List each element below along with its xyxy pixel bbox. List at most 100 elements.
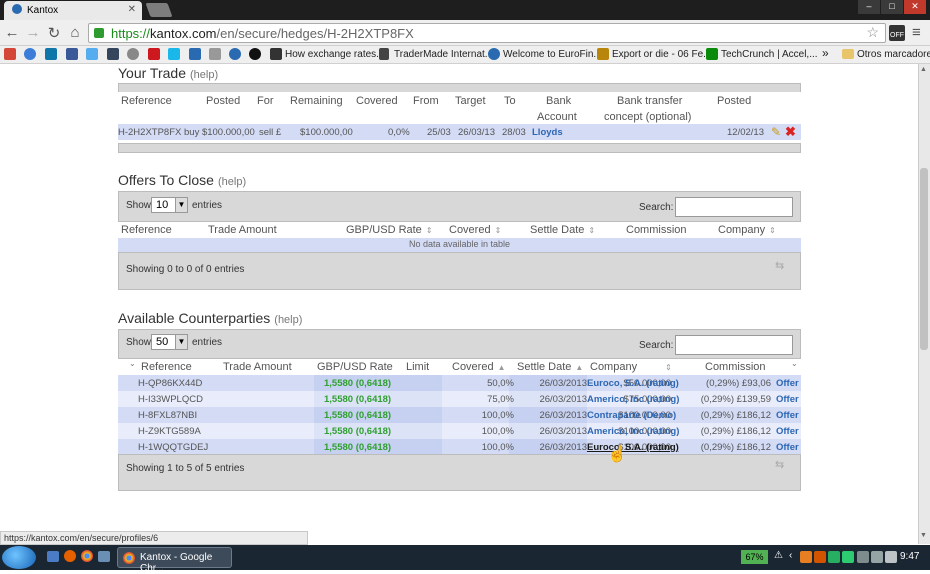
fx-icon[interactable] xyxy=(270,48,282,60)
taskbar-item-chrome[interactable]: Kantox - Google Chr... xyxy=(117,547,232,574)
table-row[interactable]: H-I33WPLQCD $75.000,00 1,5580 (0,6418) 75,0… xyxy=(118,391,801,407)
scroll-down-icon[interactable]: ▼ xyxy=(920,532,927,539)
tradermade-icon[interactable] xyxy=(379,48,389,60)
counterparties-search-input[interactable] xyxy=(675,335,793,355)
circle-bookmark-icon[interactable] xyxy=(249,48,261,60)
help-link[interactable]: (help) xyxy=(218,176,246,188)
table-row[interactable]: H-QP86KX44D $50.000,00 1,5580 (0,6418) 50,0… xyxy=(118,375,801,391)
counterparties-length-select[interactable]: 50 ▼ xyxy=(151,334,188,350)
bookmark-item[interactable]: TraderMade Internat... xyxy=(394,49,493,60)
scroll-up-icon[interactable]: ▲ xyxy=(920,66,927,73)
network-icon[interactable] xyxy=(857,551,869,563)
delete-icon[interactable]: ✖ xyxy=(785,124,796,140)
offer-link[interactable]: Offer xyxy=(776,394,799,405)
extension-off-icon[interactable]: OFF xyxy=(889,25,905,41)
company-link[interactable]: Americo, Inc (rating) xyxy=(587,426,679,437)
linkedin-icon[interactable] xyxy=(45,48,57,60)
minimize-button[interactable]: – xyxy=(858,0,880,14)
tray-app-icon[interactable] xyxy=(828,551,840,563)
app-icon[interactable] xyxy=(98,551,110,562)
column-header[interactable]: Company ⇕ xyxy=(718,224,776,236)
export-icon[interactable] xyxy=(597,48,609,60)
column-header[interactable]: GBP/USD Rate ⇕ xyxy=(346,224,433,236)
techcrunch-icon[interactable] xyxy=(706,48,718,60)
column-header[interactable]: Trade Amount xyxy=(208,224,277,236)
edit-pencil-icon[interactable]: ✎ xyxy=(771,125,781,139)
back-arrow-icon[interactable]: ← xyxy=(4,24,20,41)
tray-app-icon[interactable] xyxy=(842,551,854,563)
scrollbar-thumb[interactable] xyxy=(920,168,928,350)
offer-link[interactable]: Offer xyxy=(776,378,799,389)
chrome-icon[interactable] xyxy=(81,550,93,562)
show-desktop-icon[interactable] xyxy=(47,551,59,562)
twitter-icon[interactable] xyxy=(86,48,98,60)
facebook-icon[interactable] xyxy=(66,48,78,60)
help-link[interactable]: (help) xyxy=(274,314,302,326)
bookmark-item[interactable]: How exchange rates... xyxy=(285,49,385,60)
tumblr-icon[interactable] xyxy=(107,48,119,60)
tray-app-icon[interactable] xyxy=(814,551,826,563)
column-header[interactable]: Covered ⇕ xyxy=(449,224,501,236)
table-row[interactable]: H-Z9KTG589A $100.000,00 1,5580 (0,6418) 100… xyxy=(118,423,801,439)
column-header[interactable]: GBP/USD Rate xyxy=(317,361,393,373)
bookmark-item[interactable]: Welcome to EuroFin... xyxy=(503,49,602,60)
folder-icon[interactable] xyxy=(842,49,854,59)
home-icon[interactable]: ⌂ xyxy=(67,24,83,41)
pagination-icon[interactable]: ⇆ xyxy=(775,458,784,471)
company-link[interactable]: Contraparte (Demo) xyxy=(587,410,676,421)
firefox-icon[interactable] xyxy=(64,550,76,562)
p-bookmark-icon[interactable] xyxy=(24,48,36,60)
globe-icon[interactable] xyxy=(488,48,500,60)
bookmarks-more-chevron-icon[interactable]: » xyxy=(822,46,829,60)
table-row[interactable]: H-8FXL87NBI $100.000,00 1,5580 (0,6418) 100… xyxy=(118,407,801,423)
reload-icon[interactable]: ↻ xyxy=(46,24,62,42)
bank-account-link[interactable]: Lloyds xyxy=(532,127,563,138)
warning-icon[interactable]: ⚠ xyxy=(774,550,783,561)
youtube-icon[interactable] xyxy=(148,48,160,60)
bookmark-icon[interactable] xyxy=(209,48,221,60)
column-header[interactable]: Trade Amount xyxy=(223,361,292,373)
column-header[interactable]: Settle Date ▲ xyxy=(517,361,583,373)
tab-close-icon[interactable]: ✕ xyxy=(128,4,136,15)
gmail-icon[interactable] xyxy=(4,48,16,60)
signal-icon[interactable] xyxy=(871,551,883,563)
maximize-button[interactable]: □ xyxy=(881,0,903,14)
offer-link[interactable]: Offer xyxy=(776,410,799,421)
tray-expand-icon[interactable]: ‹ xyxy=(789,550,792,561)
offers-length-select[interactable]: 10 ▼ xyxy=(151,197,188,213)
flickr-icon[interactable] xyxy=(229,48,241,60)
close-window-button[interactable]: ✕ xyxy=(904,0,926,14)
table-row[interactable]: H-1WQQTGDEJ $100.000,00 1,5580 (0,6418) 100… xyxy=(118,439,801,455)
battery-indicator[interactable]: 67% xyxy=(741,550,768,564)
bookmark-item[interactable]: TechCrunch | Accel,... xyxy=(721,49,818,60)
new-tab-button[interactable] xyxy=(145,3,173,17)
table-row[interactable]: H-2H2XTP8FX buy $100.000,00 sell £ $100.… xyxy=(118,124,801,140)
e-bookmark-icon[interactable] xyxy=(189,48,201,60)
bookmark-star-icon[interactable]: ☆ xyxy=(866,24,879,41)
company-link[interactable]: Euroco, S.A. (rating) xyxy=(587,378,679,389)
browser-tab[interactable]: Kantox ✕ xyxy=(4,1,142,20)
vimeo-icon[interactable] xyxy=(168,48,180,60)
start-button[interactable] xyxy=(2,546,36,569)
column-header[interactable]: Commission xyxy=(705,361,766,373)
help-link[interactable]: (help) xyxy=(190,69,218,81)
address-bar[interactable]: https://kantox.com/en/secure/hedges/H-2H… xyxy=(88,23,886,43)
column-header[interactable]: Reference xyxy=(141,361,192,373)
tray-app-icon[interactable] xyxy=(800,551,812,563)
company-link[interactable]: Americo, Inc (rating) xyxy=(587,394,679,405)
offer-link[interactable]: Offer xyxy=(776,426,799,437)
offers-search-input[interactable] xyxy=(675,197,793,217)
column-header[interactable]: Commission xyxy=(626,224,687,236)
other-bookmarks[interactable]: Otros marcadores xyxy=(857,49,930,60)
volume-icon[interactable] xyxy=(885,551,897,563)
wordpress-icon[interactable] xyxy=(127,48,139,60)
forward-arrow-icon[interactable]: → xyxy=(25,24,41,41)
column-header[interactable]: Reference xyxy=(121,224,172,236)
column-header[interactable]: Settle Date ⇕ xyxy=(530,224,595,236)
pagination-icon[interactable]: ⇆ xyxy=(775,259,784,272)
column-header[interactable]: Limit xyxy=(406,361,429,373)
column-header[interactable]: Covered ▲ xyxy=(452,361,506,373)
column-header[interactable]: Company ⇕ xyxy=(590,361,672,373)
company-link[interactable]: Euroco, S.A. (rating) xyxy=(587,442,679,453)
menu-icon[interactable]: ≡ xyxy=(912,24,921,41)
